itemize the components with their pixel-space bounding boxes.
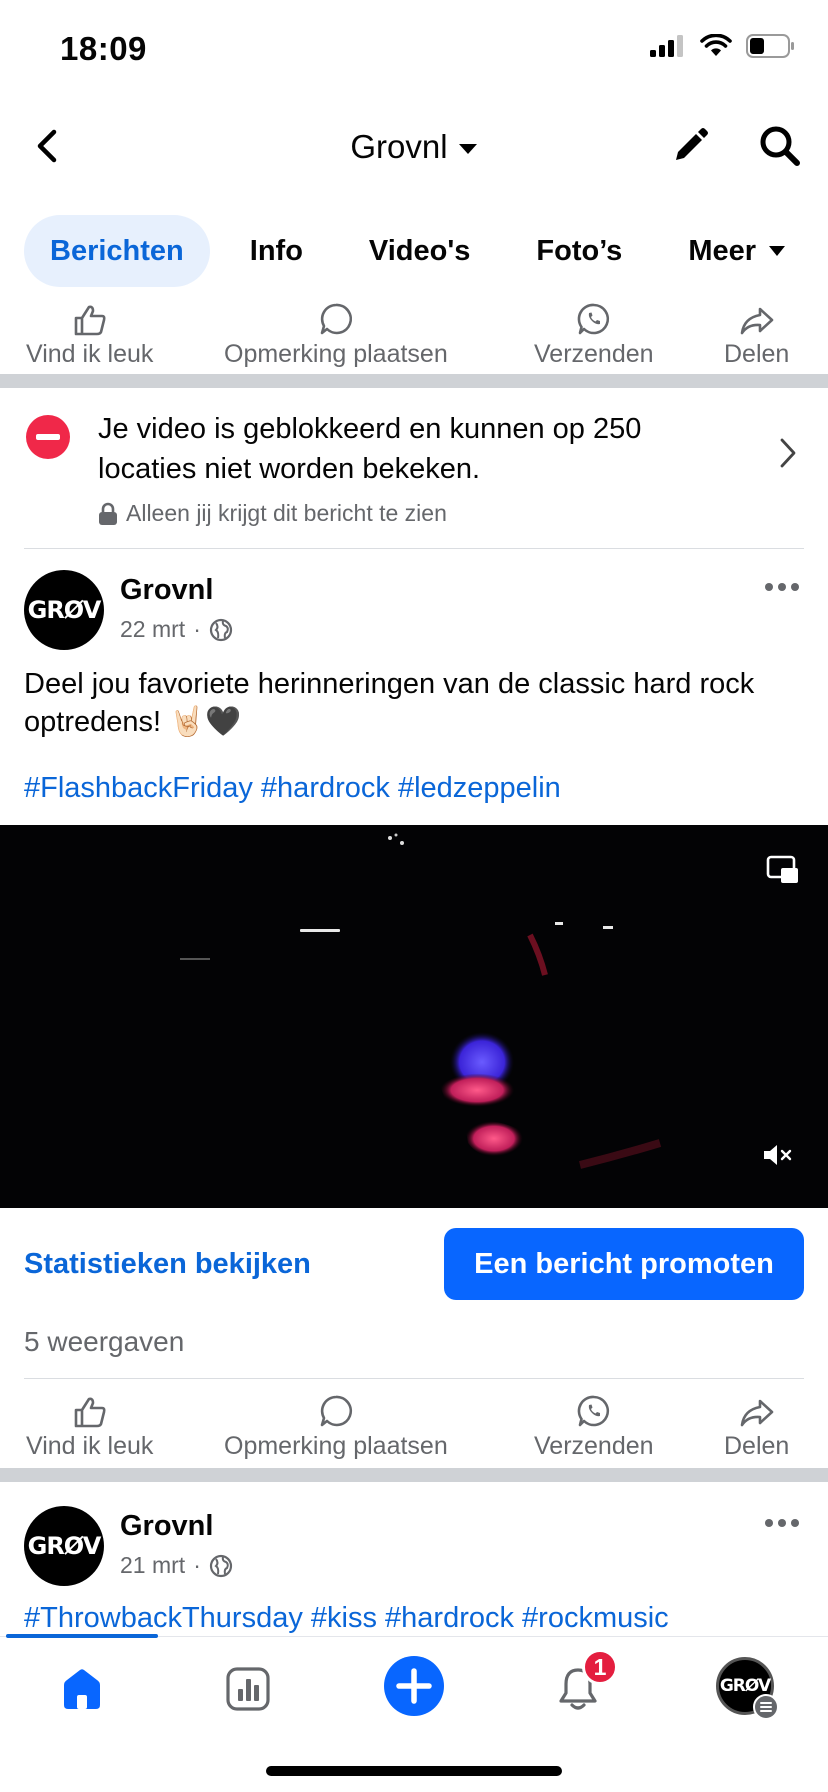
signal-icon [650, 35, 683, 57]
profile-tab[interactable]: GRØV [716, 1657, 779, 1720]
comment-bubble-icon [320, 1395, 352, 1427]
feed-divider [0, 1468, 828, 1482]
meta-separator: · [193, 616, 201, 642]
notifications-badge: 1 [582, 1649, 618, 1685]
post-hashtags[interactable]: #ThrowbackThursday #kiss #hardrock #rock… [24, 1602, 669, 1635]
whatsapp-icon [577, 303, 609, 335]
picture-in-picture-icon[interactable] [766, 855, 800, 885]
status-icons [650, 34, 796, 58]
meta-separator: · [193, 1552, 201, 1578]
caret-down-icon [769, 246, 786, 256]
share-arrow-icon [740, 1399, 773, 1427]
profile-avatar-text: GRØV [719, 1676, 771, 1696]
post-meta: 21 mrt · [120, 1552, 233, 1579]
home-icon [64, 1669, 100, 1709]
mute-icon[interactable] [762, 1142, 794, 1168]
send-button[interactable]: Verzenden [534, 298, 654, 369]
lock-icon [99, 502, 117, 525]
post-hashtags[interactable]: #FlashbackFriday #hardrock #ledzeppelin [24, 772, 561, 805]
post-author[interactable]: Grovnl [120, 1510, 213, 1543]
send-button[interactable]: Verzenden [534, 1390, 654, 1461]
create-tab[interactable] [383, 1655, 445, 1722]
notifications-tab[interactable]: 1 [554, 1649, 618, 1718]
caret-down-icon [458, 144, 477, 155]
feed-divider [0, 374, 828, 388]
like-button[interactable]: Vind ik leuk [26, 1390, 153, 1461]
tab-videos[interactable]: Video's [369, 215, 470, 287]
comment-label: Opmerking plaatsen [224, 340, 448, 368]
video-frame [180, 833, 662, 1169]
post-actions: Vind ik leuk Opmerking plaatsen Verzende… [0, 1390, 828, 1468]
page-title: Grovnl [350, 128, 448, 165]
more-options-icon[interactable] [764, 1518, 800, 1528]
page-nav-bar: Grovnl [0, 112, 828, 182]
notice-divider [24, 548, 804, 549]
comment-bubble-icon [320, 303, 352, 335]
globe-icon [209, 1554, 232, 1577]
notice-text: Je video is geblokkeerd en kunnen op 250… [98, 413, 642, 485]
insights-tab[interactable] [224, 1665, 272, 1718]
post-meta: 22 mrt · [120, 616, 233, 643]
home-tab[interactable] [58, 1665, 106, 1718]
profile-avatar: GRØV [716, 1657, 779, 1720]
view-insights-link[interactable]: Statistieken bekijken [24, 1248, 311, 1281]
menu-badge-icon [753, 1694, 779, 1720]
globe-icon [209, 618, 232, 641]
like-button[interactable]: Vind ik leuk [26, 298, 153, 369]
notice-visibility: Alleen jij krijgt dit bericht te zien [98, 500, 447, 527]
tab-meer[interactable]: Meer [688, 215, 786, 287]
active-tab-indicator [6, 1634, 158, 1638]
tab-info[interactable]: Info [250, 215, 303, 287]
thumbs-up-icon [74, 1397, 106, 1428]
post-author[interactable]: Grovnl [120, 574, 213, 607]
more-options-icon[interactable] [764, 582, 800, 592]
post-date[interactable]: 21 mrt [120, 1552, 185, 1579]
battery-icon [746, 34, 794, 58]
view-count: 5 weergaven [24, 1326, 185, 1357]
notice-sub-text: Alleen jij krijgt dit bericht te zien [126, 500, 447, 526]
bar-chart-icon [226, 1667, 270, 1711]
share-label: Delen [724, 1432, 790, 1460]
whatsapp-icon [577, 1395, 609, 1427]
wifi-icon [700, 34, 732, 56]
search-icon[interactable] [758, 124, 802, 168]
stats-divider [24, 1378, 804, 1379]
post-header: GRØV Grovnl 21 mrt · [0, 1506, 828, 1596]
comment-button[interactable]: Opmerking plaatsen [224, 298, 448, 369]
thumbs-up-icon [74, 305, 106, 336]
avatar[interactable]: GRØV [24, 1506, 104, 1586]
send-label: Verzenden [534, 340, 654, 368]
share-arrow-icon [740, 307, 773, 335]
post-header: GRØV Grovnl 22 mrt · [0, 570, 828, 660]
tab-meer-label: Meer [688, 235, 757, 267]
share-label: Delen [724, 340, 790, 368]
chevron-right-icon [780, 438, 796, 468]
status-bar: 18:09 [0, 0, 828, 100]
page-tabs: Berichten Info Video's Foto’s Meer [24, 215, 786, 287]
send-label: Verzenden [534, 1432, 654, 1460]
status-time: 18:09 [60, 30, 147, 67]
like-label: Vind ik leuk [26, 1432, 154, 1460]
comment-button[interactable]: Opmerking plaatsen [224, 1390, 448, 1461]
like-label: Vind ik leuk [26, 340, 154, 368]
post-video[interactable] [0, 825, 828, 1208]
share-button[interactable]: Delen [724, 1390, 789, 1461]
pencil-icon[interactable] [670, 126, 710, 166]
blocked-video-notice[interactable]: Je video is geblokkeerd en kunnen op 250… [0, 395, 828, 545]
tab-fotos[interactable]: Foto’s [536, 215, 622, 287]
promote-post-button[interactable]: Een bericht promoten [444, 1228, 804, 1300]
tab-berichten[interactable]: Berichten [24, 215, 210, 287]
avatar[interactable]: GRØV [24, 570, 104, 650]
home-indicator [266, 1766, 562, 1776]
post-actions-top: Vind ik leuk Opmerking plaatsen Verzende… [0, 298, 828, 376]
comment-label: Opmerking plaatsen [224, 1432, 448, 1460]
plus-circle-icon [384, 1656, 444, 1716]
blocked-icon [26, 415, 70, 459]
post-text: Deel jou favoriete herinneringen van de … [24, 668, 755, 738]
post-date[interactable]: 22 mrt [120, 616, 185, 643]
share-button[interactable]: Delen [724, 298, 789, 369]
